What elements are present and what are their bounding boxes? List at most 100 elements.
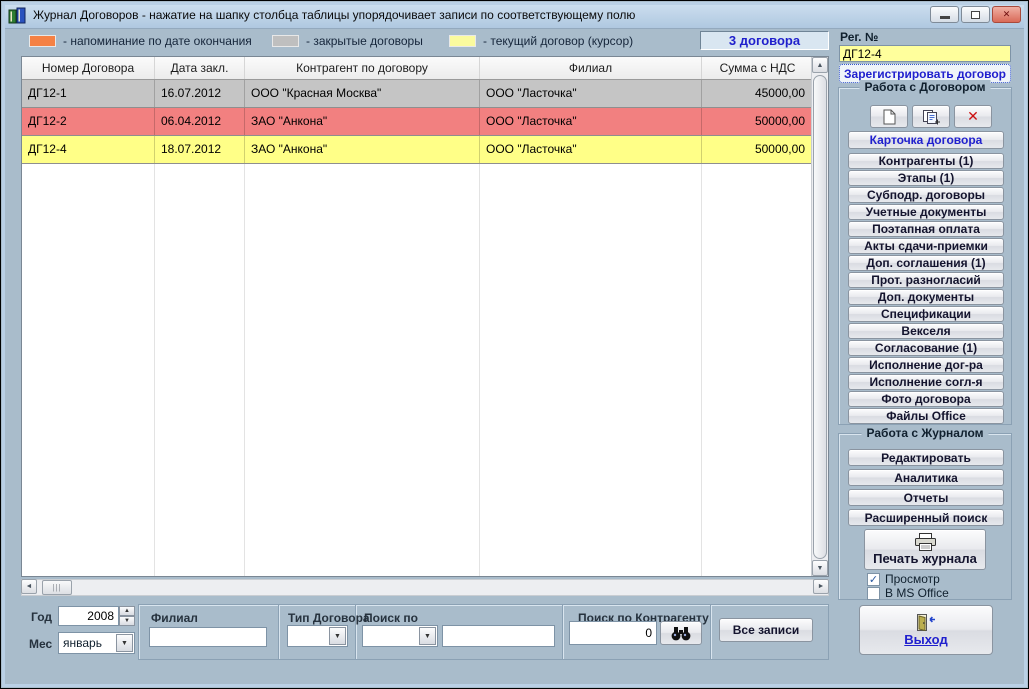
sidebar-button-accounting-docs[interactable]: Учетные документы <box>848 204 1004 220</box>
delete-contract-button[interactable]: ✕ <box>954 105 992 128</box>
sidebar-button-contract-execution[interactable]: Исполнение дог-ра <box>848 357 1004 373</box>
contracts-count-badge: 3 договора <box>700 31 829 50</box>
preview-checkbox[interactable]: ✓ Просмотр <box>867 572 940 586</box>
advanced-search-button[interactable]: Расширенный поиск <box>848 509 1004 526</box>
print-journal-button[interactable]: Печать журнала <box>864 529 986 570</box>
cell-number: ДГ12-2 <box>22 108 155 135</box>
contract-card-button[interactable]: Карточка договора <box>848 131 1004 149</box>
horizontal-scrollbar-thumb[interactable]: ||| <box>42 580 72 595</box>
search-by-label: Поиск по <box>364 611 418 625</box>
cell-amount: 50000,00 <box>754 114 805 128</box>
journal-group: Работа с Журналом Редактировать Аналитик… <box>838 426 1012 600</box>
legend-current-label: - текущий договор (курсор) <box>483 34 634 48</box>
sidebar-button-contract-photo[interactable]: Фото договора <box>848 391 1004 407</box>
checkbox-icon: ✓ <box>867 586 880 600</box>
scroll-down-icon[interactable]: ▼ <box>812 560 828 576</box>
cell-branch: ООО "Ласточка" <box>480 108 702 135</box>
ms-office-checkbox[interactable]: ✓ В MS Office <box>867 586 949 600</box>
column-header-number[interactable]: Номер Договора <box>22 57 155 79</box>
sidebar-button-specifications[interactable]: Спецификации <box>848 306 1004 322</box>
app-icon <box>8 7 27 24</box>
new-document-icon <box>882 109 896 125</box>
table-row[interactable]: ДГ12-2 06.04.2012 ЗАО "Анкона" ООО "Ласт… <box>22 108 813 136</box>
minimize-button[interactable] <box>930 6 959 23</box>
chevron-down-icon[interactable]: ▼ <box>419 627 436 645</box>
reg-number-input[interactable] <box>839 45 1011 62</box>
branch-input[interactable] <box>149 627 267 647</box>
horizontal-scrollbar[interactable]: ◄ ||| ► <box>21 579 829 596</box>
reg-number-label: Рег. № <box>840 30 879 44</box>
vertical-scrollbar[interactable]: ▲ ▼ <box>811 57 828 576</box>
maximize-button[interactable] <box>961 6 990 23</box>
legend-reminder: - напоминание по дате окончания <box>29 34 252 48</box>
month-select[interactable]: январь ▼ <box>58 632 135 654</box>
chevron-down-icon[interactable]: ▼ <box>329 627 346 645</box>
scroll-left-icon[interactable]: ◄ <box>21 579 37 594</box>
legend-reminder-label: - напоминание по дате окончания <box>63 34 252 48</box>
reminder-color-swatch <box>29 35 56 47</box>
counterparty-count-input[interactable] <box>569 621 657 645</box>
copy-icon <box>922 109 940 125</box>
sidebar-button-acceptance-acts[interactable]: Акты сдачи-приемки <box>848 238 1004 254</box>
title-bar: Журнал Договоров - нажатие на шапку стол… <box>2 2 1027 29</box>
contract-group-title: Работа с Договором <box>859 80 991 94</box>
cell-counterparty: ЗАО "Анкона" <box>245 108 480 135</box>
year-spin-up-icon[interactable]: ▲ <box>119 606 135 616</box>
window-title: Журнал Договоров - нажатие на шапку стол… <box>33 8 636 22</box>
cell-branch: ООО "Ласточка" <box>480 80 702 107</box>
table-empty-area <box>22 164 813 576</box>
edit-button[interactable]: Редактировать <box>848 449 1004 466</box>
table-row-current[interactable]: ДГ12-4 18.07.2012 ЗАО "Анкона" ООО "Ласт… <box>22 136 813 164</box>
sidebar-button-agreement-execution[interactable]: Исполнение согл-я <box>848 374 1004 390</box>
cell-counterparty: ЗАО "Анкона" <box>245 136 480 163</box>
cell-counterparty: ООО "Красная Москва" <box>245 80 480 107</box>
cell-amount: 50000,00 <box>754 142 805 156</box>
cell-number: ДГ12-4 <box>22 136 155 163</box>
reports-button[interactable]: Отчеты <box>848 489 1004 506</box>
sidebar-button-disagreement-protocols[interactable]: Прот. разногласий <box>848 272 1004 288</box>
copy-contract-button[interactable] <box>912 105 950 128</box>
legend-closed-label: - закрытые договоры <box>306 34 423 48</box>
preview-checkbox-label: Просмотр <box>885 572 940 586</box>
delete-x-icon: ✕ <box>967 108 979 124</box>
analytics-button[interactable]: Аналитика <box>848 469 1004 486</box>
search-query-input[interactable] <box>442 625 555 647</box>
app-window: Журнал Договоров - нажатие на шапку стол… <box>0 0 1029 689</box>
exit-button[interactable]: Выход <box>859 605 993 655</box>
sidebar-button-promissory-notes[interactable]: Векселя <box>848 323 1004 339</box>
sidebar-button-staged-payment[interactable]: Поэтапная оплата <box>848 221 1004 237</box>
sidebar-button-addendums[interactable]: Доп. соглашения (1) <box>848 255 1004 271</box>
ms-office-checkbox-label: В MS Office <box>885 586 949 600</box>
year-input[interactable] <box>58 606 119 626</box>
sidebar-button-counterparties[interactable]: Контрагенты (1) <box>848 153 1004 169</box>
search-by-select[interactable]: ▼ <box>362 625 438 647</box>
printer-icon <box>914 533 937 551</box>
column-header-counterparty[interactable]: Контрагент по договору <box>245 57 480 79</box>
sidebar-button-approval[interactable]: Согласование (1) <box>848 340 1004 356</box>
sidebar-button-office-files[interactable]: Файлы Office <box>848 408 1004 424</box>
cell-date: 06.04.2012 <box>155 108 245 135</box>
close-button[interactable]: ✕ <box>992 6 1021 23</box>
vertical-scrollbar-thumb[interactable] <box>813 75 827 559</box>
sidebar-button-subcontracts[interactable]: Субподр. договоры <box>848 187 1004 203</box>
sidebar-button-stages[interactable]: Этапы (1) <box>848 170 1004 186</box>
print-journal-label: Печать журнала <box>873 551 977 566</box>
column-header-amount[interactable]: Сумма с НДС <box>702 57 813 79</box>
new-contract-button[interactable] <box>870 105 908 128</box>
branch-label: Филиал <box>151 611 198 625</box>
binoculars-icon <box>670 626 692 641</box>
scroll-up-icon[interactable]: ▲ <box>812 57 828 73</box>
cell-number: ДГ12-1 <box>22 80 155 107</box>
column-header-date[interactable]: Дата закл. <box>155 57 245 79</box>
all-records-button[interactable]: Все записи <box>719 618 813 642</box>
contract-type-select[interactable]: ▼ <box>287 625 348 647</box>
column-header-branch[interactable]: Филиал <box>480 57 702 79</box>
sidebar-button-additional-docs[interactable]: Доп. документы <box>848 289 1004 305</box>
cell-branch: ООО "Ласточка" <box>480 136 702 163</box>
table-row[interactable]: ДГ12-1 16.07.2012 ООО "Красная Москва" О… <box>22 80 813 108</box>
search-binoculars-button[interactable] <box>660 621 702 645</box>
scroll-right-icon[interactable]: ► <box>813 579 829 594</box>
chevron-down-icon[interactable]: ▼ <box>116 634 133 652</box>
cell-date: 18.07.2012 <box>155 136 245 163</box>
year-spin-down-icon[interactable]: ▼ <box>119 616 135 626</box>
